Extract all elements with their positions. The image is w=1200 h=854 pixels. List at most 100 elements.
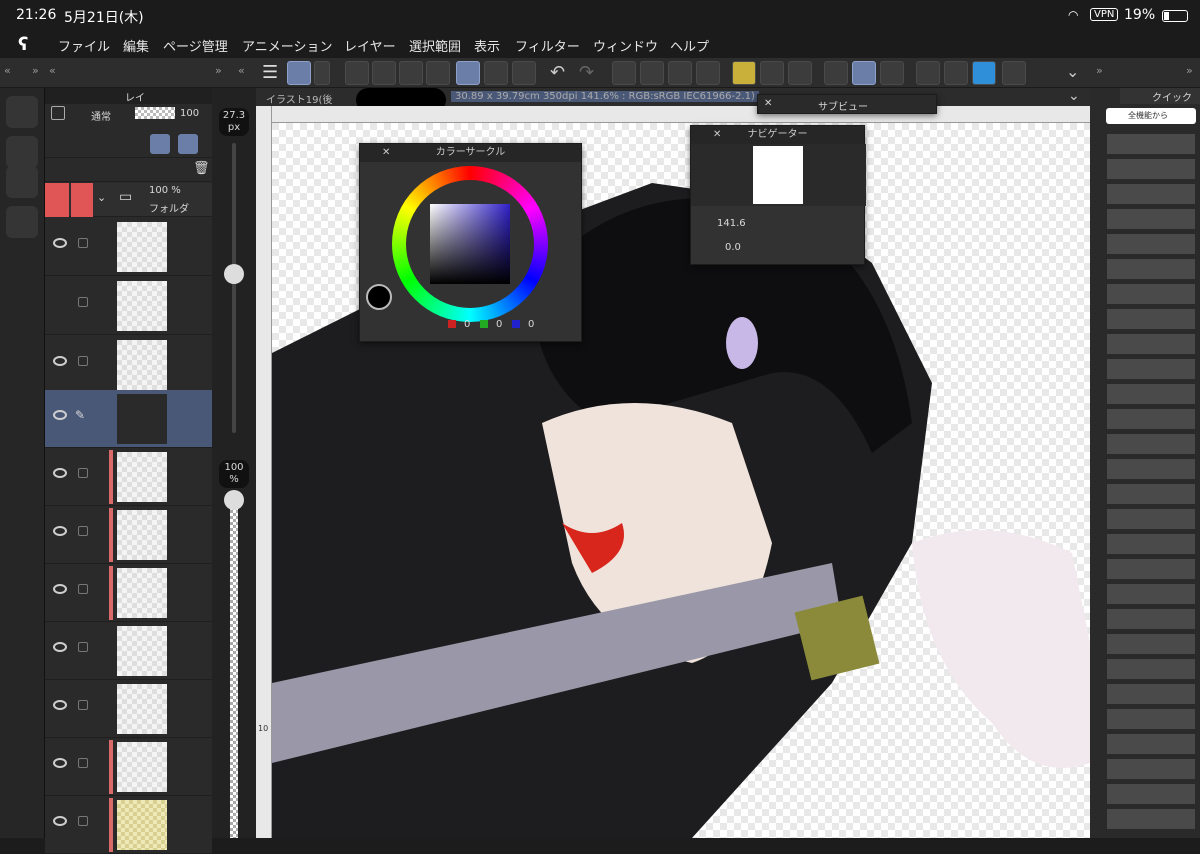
collapse-left-icon-3[interactable]: « bbox=[238, 64, 245, 77]
lock-checkbox[interactable] bbox=[78, 584, 88, 594]
brush-size-thumb[interactable] bbox=[224, 264, 244, 284]
fill-button[interactable] bbox=[668, 61, 692, 85]
eye-icon[interactable] bbox=[53, 816, 67, 826]
layer-tab-label[interactable]: レイ bbox=[125, 89, 145, 104]
layer-row-selected[interactable]: ✎ bbox=[45, 390, 212, 448]
quick-search-field[interactable]: 全機能から bbox=[1106, 108, 1196, 124]
layer-row[interactable] bbox=[45, 277, 212, 335]
brush-settings-button[interactable] bbox=[456, 61, 480, 85]
stabilizer-button[interactable] bbox=[484, 61, 508, 85]
chevron-down-icon[interactable]: ⌄ bbox=[97, 191, 106, 204]
menu-animation[interactable]: アニメーション bbox=[242, 36, 332, 55]
menu-view[interactable]: 表示 bbox=[474, 36, 500, 55]
navigator-thumbnail[interactable] bbox=[753, 146, 803, 204]
mask-toggle[interactable] bbox=[178, 134, 198, 154]
document-title[interactable]: イラスト19(後 bbox=[266, 91, 332, 106]
chevron-down-icon[interactable]: ⌄ bbox=[1068, 88, 1080, 104]
quick-tab-label[interactable]: クイック bbox=[1152, 89, 1192, 104]
color-drops-icon[interactable] bbox=[6, 136, 38, 168]
select-all-button[interactable] bbox=[612, 61, 636, 85]
layer-row[interactable] bbox=[45, 564, 212, 622]
brush-size-slider[interactable] bbox=[232, 143, 236, 433]
delete-layer-icon[interactable]: 🗑 bbox=[193, 161, 210, 176]
layer-row[interactable] bbox=[45, 506, 212, 564]
menu-layer[interactable]: レイヤー bbox=[344, 36, 396, 55]
export-button[interactable] bbox=[426, 61, 450, 85]
menu-edit[interactable]: 編集 bbox=[123, 36, 149, 55]
eye-icon[interactable] bbox=[53, 238, 67, 248]
layer-row[interactable] bbox=[45, 622, 212, 680]
layer-row[interactable] bbox=[45, 796, 212, 854]
lock-checkbox[interactable] bbox=[78, 816, 88, 826]
menu-filter[interactable]: フィルター bbox=[515, 36, 580, 55]
deselect-button[interactable] bbox=[640, 61, 664, 85]
menu-window[interactable]: ウィンドウ bbox=[593, 36, 658, 55]
eye-icon[interactable] bbox=[53, 758, 67, 768]
collapse-left-icon[interactable]: « bbox=[4, 64, 11, 77]
blue-channel-value[interactable]: 0 bbox=[528, 319, 534, 330]
menu-help[interactable]: ヘルプ bbox=[670, 36, 709, 55]
lock-checkbox[interactable] bbox=[78, 758, 88, 768]
chevron-down-icon[interactable]: ⌄ bbox=[1066, 62, 1079, 81]
collapse-left-icon-2[interactable]: « bbox=[49, 64, 56, 77]
expand-right-icon[interactable]: » bbox=[32, 64, 39, 77]
lock-checkbox[interactable] bbox=[78, 700, 88, 710]
lock-checkbox[interactable] bbox=[78, 238, 88, 248]
lock-checkbox[interactable] bbox=[78, 356, 88, 366]
grid-button[interactable] bbox=[760, 61, 784, 85]
layer-row[interactable] bbox=[45, 218, 212, 276]
zoom-value[interactable]: 141.6 bbox=[717, 218, 746, 229]
lock-checkbox[interactable] bbox=[78, 642, 88, 652]
mode-stepper[interactable] bbox=[314, 61, 330, 85]
green-channel-value[interactable]: 0 bbox=[496, 319, 502, 330]
blend-mode-select[interactable]: 通常 bbox=[91, 108, 111, 123]
main-color-swatch[interactable] bbox=[366, 284, 392, 310]
eraser-pen-button[interactable] bbox=[880, 61, 904, 85]
brush-opacity-thumb[interactable] bbox=[224, 490, 244, 510]
collapse-right-icon[interactable]: » bbox=[1186, 64, 1193, 77]
eye-icon[interactable] bbox=[53, 584, 67, 594]
menu-page[interactable]: ページ管理 bbox=[163, 36, 228, 55]
eye-icon[interactable] bbox=[53, 526, 67, 536]
pattern-button[interactable] bbox=[788, 61, 812, 85]
layer-row[interactable] bbox=[45, 448, 212, 506]
copy-layer-button[interactable] bbox=[944, 61, 968, 85]
lock-checkbox[interactable] bbox=[78, 526, 88, 536]
pen-button[interactable] bbox=[824, 61, 848, 85]
brush-button[interactable] bbox=[852, 61, 876, 85]
reference-layer-toggle[interactable] bbox=[150, 134, 170, 154]
reference-button[interactable] bbox=[916, 61, 940, 85]
brush-opacity-slider[interactable] bbox=[230, 498, 238, 838]
folder-row[interactable]: ⌄ ▭ 100 % フォルダ bbox=[45, 183, 212, 217]
close-icon[interactable]: ✕ bbox=[382, 144, 390, 162]
animation-icon[interactable] bbox=[6, 206, 38, 238]
open-button[interactable] bbox=[372, 61, 396, 85]
ruler-button[interactable] bbox=[732, 61, 756, 85]
fullscreen-button[interactable] bbox=[1002, 61, 1026, 85]
lock-checkbox[interactable] bbox=[78, 468, 88, 478]
red-channel-value[interactable]: 0 bbox=[464, 319, 470, 330]
undo-icon[interactable]: ↶ bbox=[550, 62, 565, 83]
rotation-value[interactable]: 0.0 bbox=[725, 242, 741, 253]
lock-checkbox[interactable] bbox=[78, 297, 88, 307]
expand-right-icon-2[interactable]: » bbox=[215, 64, 222, 77]
save-button[interactable] bbox=[399, 61, 423, 85]
new-canvas-button[interactable] bbox=[345, 61, 369, 85]
layer-row[interactable] bbox=[45, 680, 212, 738]
hue-ring[interactable] bbox=[392, 166, 548, 322]
opacity-slider[interactable] bbox=[135, 107, 175, 119]
layer-color-swatch[interactable] bbox=[51, 106, 65, 120]
expand-right-icon-3[interactable]: » bbox=[1096, 64, 1103, 77]
menu-file[interactable]: ファイル bbox=[58, 36, 110, 55]
layer-row[interactable] bbox=[45, 336, 212, 394]
quick-tab[interactable]: クイック bbox=[1120, 88, 1200, 104]
opacity-value[interactable]: 100 bbox=[180, 108, 199, 119]
eye-icon[interactable] bbox=[53, 468, 67, 478]
eye-icon[interactable] bbox=[53, 700, 67, 710]
close-icon[interactable]: ✕ bbox=[713, 126, 721, 144]
layer-row[interactable] bbox=[45, 738, 212, 796]
transform-button[interactable] bbox=[512, 61, 536, 85]
hamburger-menu-icon[interactable]: ☰ bbox=[262, 62, 278, 83]
redo-icon[interactable]: ↷ bbox=[579, 62, 594, 83]
camera-panel-icon[interactable] bbox=[6, 96, 38, 128]
